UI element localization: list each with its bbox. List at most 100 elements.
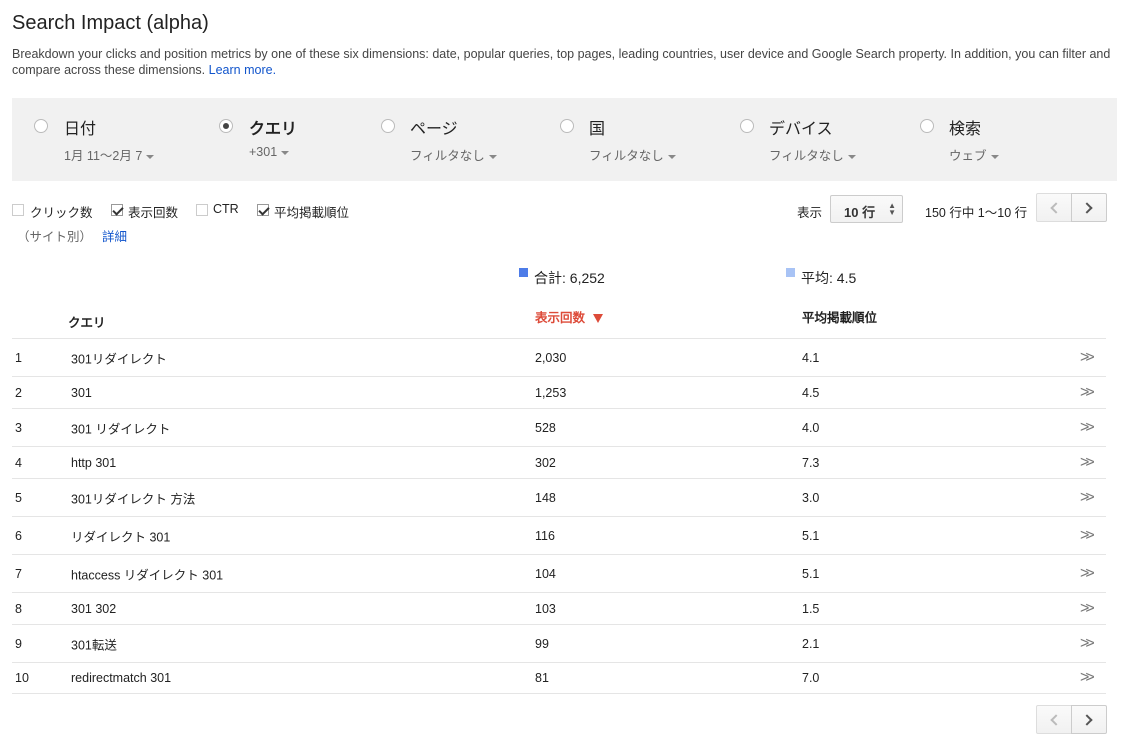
table-row[interactable]: 6 リダイレクト 301 116 5.1 >> [12,516,1106,554]
dimension-country-radio[interactable] [560,119,574,133]
select-arrows-icon: ▲ ▼ [888,201,896,217]
dimension-page-filter[interactable]: フィルタなし [410,145,497,164]
table-row[interactable]: 4 http 301 302 7.3 >> [12,446,1106,478]
dimension-date[interactable]: 日付 1月 11〜2月 7 [12,98,202,181]
dimension-date-filter[interactable]: 1月 11〜2月 7 [64,145,155,164]
dimension-device-radio[interactable] [740,119,754,133]
site-breakdown-text: （サイト別） [17,230,93,244]
dimension-device[interactable]: デバイス フィルタなし [732,98,912,181]
dropdown-caret-icon [488,154,497,159]
dimension-query-filter[interactable]: +301 [249,145,290,159]
row-position: 2.1 [802,636,820,651]
chevron-left-icon [1050,713,1062,726]
dimension-country-label: 国 [589,121,606,138]
dimension-country[interactable]: 国 フィルタなし [552,98,732,181]
double-chevron-right-icon[interactable]: >> [1080,384,1095,402]
row-impressions: 2,030 [535,350,567,365]
prev-page-button[interactable] [1036,193,1072,222]
dimension-page[interactable]: ページ フィルタなし [372,98,552,181]
table-row[interactable]: 5 301リダイレクト 方法 148 3.0 >> [12,478,1106,516]
row-query: redirectmatch 301 [71,671,172,685]
row-number: 2 [15,385,22,400]
column-header-query[interactable]: クエリ [68,312,106,331]
row-query: 301転送 [71,638,117,652]
dimension-query[interactable]: クエリ +301 [202,98,372,181]
double-chevron-right-icon[interactable]: >> [1080,635,1095,653]
table-row[interactable]: 9 301転送 99 2.1 >> [12,624,1106,662]
metric-ctr[interactable]: CTR [196,201,246,219]
dropdown-caret-icon [847,154,856,159]
learn-more-link[interactable]: Learn more. [209,63,276,77]
row-number: 8 [15,601,22,616]
dimension-device-filter[interactable]: フィルタなし [769,145,856,164]
dimension-search-type-filter[interactable]: ウェブ [949,145,999,164]
dimension-query-label: クエリ [249,121,298,138]
dimension-query-radio[interactable] [219,119,233,133]
row-number: 10 [15,671,29,685]
prev-page-button[interactable] [1036,705,1072,734]
rows-display-label: 表示 [797,206,823,220]
double-chevron-right-icon[interactable]: >> [1080,454,1095,472]
row-position: 3.0 [802,490,820,505]
dimension-country-filter[interactable]: フィルタなし [589,145,676,164]
row-impressions: 302 [535,455,556,470]
row-query: htaccess リダイレクト 301 [71,568,224,582]
page-title: Search Impact (alpha) [12,12,209,34]
column-header-position[interactable]: 平均掲載順位 [802,307,877,326]
row-number: 7 [15,566,22,581]
dimension-search-type-radio[interactable] [920,119,934,133]
dimension-date-radio[interactable] [34,119,48,133]
double-chevron-right-icon[interactable]: >> [1080,489,1095,507]
chevron-right-icon [1081,713,1093,726]
row-impressions: 148 [535,490,556,505]
double-chevron-right-icon[interactable]: >> [1080,419,1095,437]
description-text: Breakdown your clicks and position metri… [12,47,1111,77]
row-impressions: 116 [535,528,555,543]
table-row[interactable]: 3 301 リダイレクト 528 4.0 >> [12,408,1106,446]
table-row[interactable]: 1 301リダイレクト 2,030 4.1 >> [12,338,1106,376]
row-position: 7.3 [802,455,820,470]
metric-impressions-label: 表示回数 [128,206,179,220]
dimension-page-radio[interactable] [381,119,395,133]
metric-position[interactable]: 平均掲載順位 [257,201,367,220]
rows-per-page-value: 10 行 [844,205,876,220]
site-breakdown-details-link[interactable]: 詳細 [102,230,127,244]
metric-clicks[interactable]: クリック数 [12,201,102,220]
row-number: 5 [15,490,22,505]
row-query: 301 [71,385,92,400]
metric-position-checkbox[interactable] [257,204,269,216]
column-header-impressions[interactable]: 表示回数 [535,307,604,326]
rows-per-page-select[interactable]: 10 行 ▲ ▼ [830,195,903,223]
pager-top [1036,193,1107,222]
row-number: 9 [15,636,22,651]
double-chevron-right-icon[interactable]: >> [1080,600,1095,618]
next-page-button[interactable] [1071,193,1107,222]
total-swatch [519,268,528,277]
dimension-panel: 日付 1月 11〜2月 7 クエリ +301 ページ フィルタなし 国 フィルタ… [12,98,1117,181]
metric-impressions-checkbox[interactable] [111,204,123,216]
double-chevron-right-icon[interactable]: >> [1080,349,1095,367]
table-row[interactable]: 8 301 302 103 1.5 >> [12,592,1106,624]
double-chevron-right-icon[interactable]: >> [1080,527,1095,545]
metric-ctr-checkbox[interactable] [196,204,208,216]
row-position: 7.0 [802,671,820,685]
row-position: 4.0 [802,420,820,435]
dimension-search-type[interactable]: 検索 ウェブ [912,98,1112,181]
dropdown-caret-icon [146,154,155,159]
summary-average: 平均: 4.5 [786,268,856,288]
table-row[interactable]: 7 htaccess リダイレクト 301 104 5.1 >> [12,554,1106,592]
metric-clicks-checkbox[interactable] [12,204,24,216]
dimension-date-label: 日付 [64,121,97,138]
summary-total: 合計: 6,252 [519,268,605,288]
row-position: 1.5 [802,601,820,616]
query-table: 1 301リダイレクト 2,030 4.1 >> 2 301 1,253 4.5… [12,338,1106,694]
row-position: 5.1 [802,528,820,543]
table-row[interactable]: 2 301 1,253 4.5 >> [12,376,1106,408]
double-chevron-right-icon[interactable]: >> [1080,565,1095,583]
table-row[interactable]: 10 redirectmatch 301 81 7.0 >> [12,662,1106,694]
double-chevron-right-icon[interactable]: >> [1080,669,1095,687]
row-number: 4 [15,455,22,470]
next-page-button[interactable] [1071,705,1107,734]
chevron-left-icon [1050,201,1062,214]
metric-impressions[interactable]: 表示回数 [111,201,201,220]
